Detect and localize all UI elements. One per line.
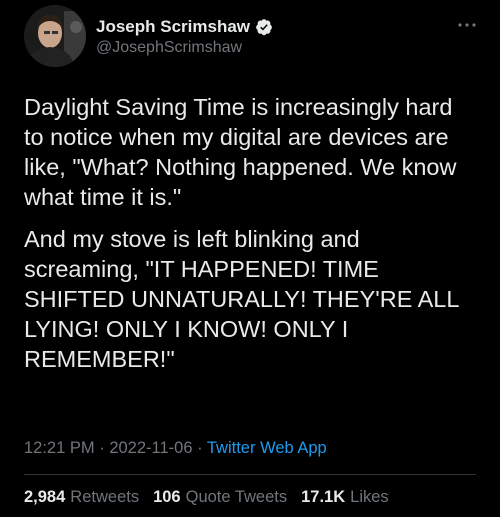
- quote-tweets-stat[interactable]: 106 Quote Tweets: [153, 488, 287, 507]
- meta-separator: ·: [99, 439, 105, 457]
- divider: [24, 474, 476, 475]
- tweet-paragraph: Daylight Saving Time is increasingly har…: [24, 94, 457, 210]
- likes-count: 17.1K: [301, 488, 346, 506]
- likes-label: Likes: [350, 488, 389, 506]
- tweet-paragraph: And my stove is left blinking and scream…: [24, 226, 459, 372]
- retweets-label: Retweets: [70, 488, 140, 506]
- retweets-stat[interactable]: 2,984 Retweets: [24, 488, 139, 507]
- tweet-meta: 12:21 PM · 2022-11-06 · Twitter Web App: [24, 439, 327, 458]
- quote-tweets-label: Quote Tweets: [185, 488, 288, 506]
- retweets-count: 2,984: [24, 488, 66, 506]
- verified-badge-icon: [256, 19, 272, 36]
- author-name[interactable]: Joseph Scrimshaw: [96, 17, 250, 37]
- meta-separator: ·: [197, 439, 203, 457]
- tweet-stats: 2,984 Retweets 106 Quote Tweets 17.1K Likes: [24, 488, 403, 507]
- likes-stat[interactable]: 17.1K Likes: [301, 488, 389, 507]
- quote-tweets-count: 106: [153, 488, 181, 506]
- author-handle[interactable]: @JosephScrimshaw: [96, 39, 242, 57]
- tweet-time[interactable]: 12:21 PM: [24, 439, 95, 457]
- tweet-source-app[interactable]: Twitter Web App: [207, 439, 327, 457]
- avatar[interactable]: [24, 5, 86, 67]
- tweet-date[interactable]: 2022-11-06: [109, 439, 192, 457]
- tweet-text: Daylight Saving Time is increasingly har…: [24, 92, 478, 386]
- tweet-header: Joseph Scrimshaw @JosephScrimshaw: [24, 5, 478, 67]
- more-icon[interactable]: [456, 19, 478, 31]
